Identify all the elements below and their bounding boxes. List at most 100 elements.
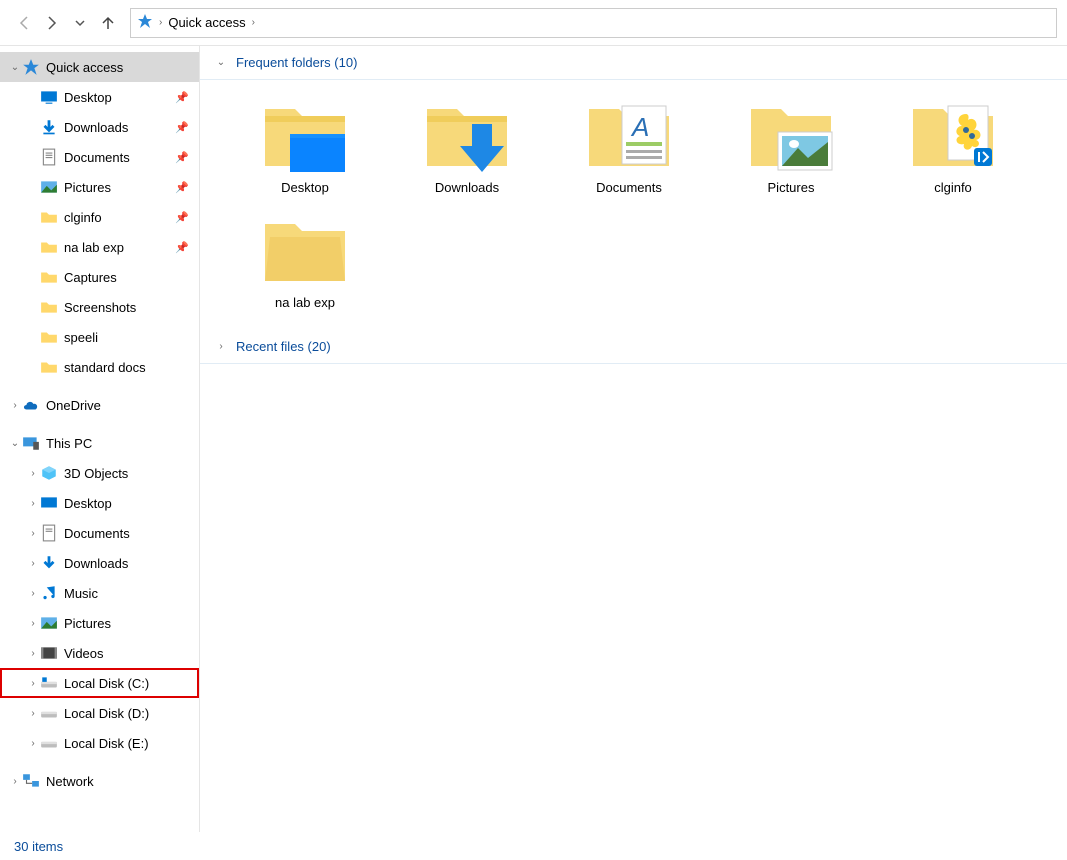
tree-item-pictures-pc[interactable]: › Pictures [0,608,199,638]
tree-this-pc[interactable]: ⌄ This PC [0,428,199,458]
tree-item-downloads-pc[interactable]: › Downloads [0,548,199,578]
tree-item-downloads[interactable]: Downloads 📌 [0,112,199,142]
folder-icon [746,94,836,174]
network-icon [22,772,40,790]
monitor-icon [40,88,58,106]
star-icon [22,58,40,76]
tree-item-pictures[interactable]: Pictures 📌 [0,172,199,202]
tree-label: speeli [64,330,98,345]
chevron-right-icon[interactable]: › [26,588,40,599]
chevron-right-icon[interactable]: › [26,558,40,569]
tree-label: Desktop [64,496,112,511]
folder-icon [422,94,512,174]
tree-label: Local Disk (D:) [64,706,149,721]
tree-label: Local Disk (E:) [64,736,149,751]
breadcrumb-location[interactable]: Quick access [168,15,245,30]
disk-icon [40,734,58,752]
video-icon [40,644,58,662]
tree-network[interactable]: › Network [0,766,199,796]
folder-name: Pictures [768,180,815,197]
chevron-right-icon[interactable]: › [26,738,40,749]
address-bar-toolbar: › Quick access › [0,0,1067,46]
chevron-right-icon[interactable]: › [8,776,22,787]
tree-onedrive[interactable]: › OneDrive [0,390,199,420]
up-button[interactable] [94,9,122,37]
chevron-right-icon: › [159,17,162,28]
download-icon [40,554,58,572]
tree-label: na lab exp [64,240,124,255]
tree-label: clginfo [64,210,102,225]
tree-item-desktop-pc[interactable]: › Desktop [0,488,199,518]
tree-label: Local Disk (C:) [64,676,149,691]
tree-quick-access[interactable]: ⌄ Quick access [0,52,199,82]
tree-item-standarddocs[interactable]: standard docs [0,352,199,382]
folder-icon: A [584,94,674,174]
tree-item-videos[interactable]: › Videos [0,638,199,668]
music-icon [40,584,58,602]
tree-item-3dobjects[interactable]: › 3D Objects [0,458,199,488]
tree-item-screenshots[interactable]: Screenshots [0,292,199,322]
chevron-right-icon[interactable]: › [26,678,40,689]
tree-label: Desktop [64,90,112,105]
recent-locations-button[interactable] [66,9,94,37]
chevron-right-icon[interactable]: › [26,708,40,719]
tree-label: Music [64,586,98,601]
chevron-down-icon[interactable]: ⌄ [8,438,22,449]
pin-icon: 📌 [175,121,189,134]
tree-item-local-disk-e[interactable]: › Local Disk (E:) [0,728,199,758]
folder-downloads[interactable]: Downloads [402,94,532,197]
group-recent-files[interactable]: › Recent files (20) [200,330,1067,364]
tree-label: Videos [64,646,104,661]
chevron-right-icon[interactable]: › [26,528,40,539]
chevron-right-icon[interactable]: › [26,618,40,629]
folder-documents[interactable]: A Documents [564,94,694,197]
tree-item-local-disk-c[interactable]: › Local Disk (C:) [0,668,199,698]
back-button[interactable] [10,9,38,37]
folder-clginfo[interactable]: clginfo [888,94,1018,197]
pin-icon: 📌 [175,241,189,254]
pin-icon: 📌 [175,151,189,164]
tree-item-speeli[interactable]: speeli [0,322,199,352]
chevron-right-icon: › [252,17,255,28]
tree-item-documents-pc[interactable]: › Documents [0,518,199,548]
pin-icon: 📌 [175,181,189,194]
folder-desktop[interactable]: Desktop [240,94,370,197]
group-label: Frequent folders (10) [236,55,357,70]
folder-pictures[interactable]: Pictures [726,94,856,197]
chevron-down-icon[interactable]: ⌄ [8,62,22,73]
address-bar[interactable]: › Quick access › [130,8,1057,38]
tree-item-local-disk-d[interactable]: › Local Disk (D:) [0,698,199,728]
tree-label: Pictures [64,180,111,195]
svg-text:A: A [630,112,649,142]
tree-item-documents[interactable]: Documents 📌 [0,142,199,172]
disk-icon [40,704,58,722]
document-icon [40,524,58,542]
group-frequent-folders[interactable]: ⌄ Frequent folders (10) [200,46,1067,80]
tree-item-nalab[interactable]: na lab exp 📌 [0,232,199,262]
folder-icon [40,208,58,226]
tree-label: Pictures [64,616,111,631]
folder-icon [40,358,58,376]
tree-item-music[interactable]: › Music [0,578,199,608]
tree-item-captures[interactable]: Captures [0,262,199,292]
folder-name: Desktop [281,180,329,197]
chevron-right-icon[interactable]: › [26,468,40,479]
cube-icon [40,464,58,482]
forward-button[interactable] [38,9,66,37]
content-pane: ⌄ Frequent folders (10) Desktop Download… [200,46,1067,832]
group-label: Recent files (20) [236,339,331,354]
folder-icon [40,298,58,316]
item-count: 30 items [14,839,63,854]
chevron-right-icon[interactable]: › [26,498,40,509]
folder-name: na lab exp [275,295,335,312]
tree-label: Screenshots [64,300,136,315]
folder-icon [908,94,998,174]
picture-icon [40,178,58,196]
chevron-right-icon[interactable]: › [26,648,40,659]
download-icon [40,118,58,136]
folder-nalab[interactable]: na lab exp [240,209,370,312]
tree-item-desktop[interactable]: Desktop 📌 [0,82,199,112]
cloud-icon [22,396,40,414]
chevron-right-icon[interactable]: › [8,400,22,411]
tree-item-clginfo[interactable]: clginfo 📌 [0,202,199,232]
